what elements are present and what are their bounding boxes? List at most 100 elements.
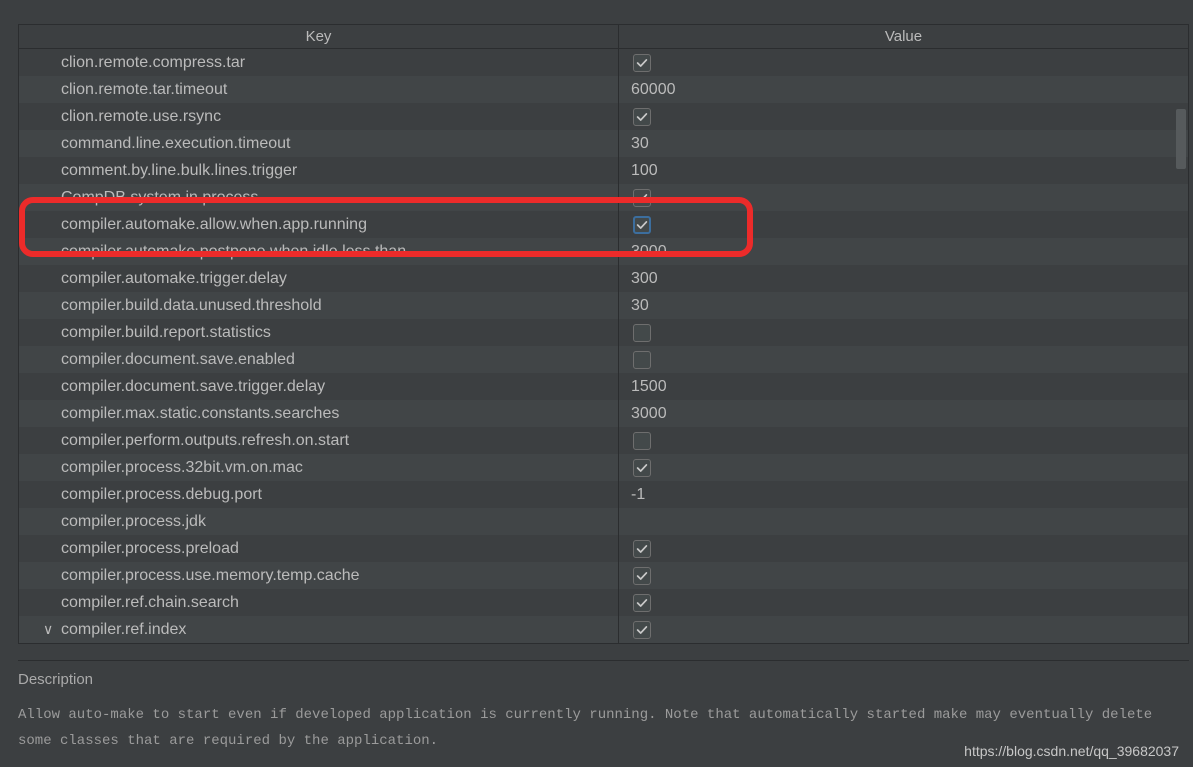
- checkbox[interactable]: [633, 459, 651, 477]
- value-text[interactable]: 1500: [631, 378, 667, 396]
- key-label: compiler.max.static.constants.searches: [61, 405, 339, 423]
- column-header-key[interactable]: Key: [19, 25, 619, 48]
- table-row[interactable]: compiler.automake.trigger.delay 300: [19, 265, 1188, 292]
- table-row[interactable]: compiler.build.report.statistics: [19, 319, 1188, 346]
- value-cell[interactable]: [619, 211, 1188, 238]
- key-label: clion.remote.tar.timeout: [61, 81, 227, 99]
- key-label: compiler.process.32bit.vm.on.mac: [61, 459, 303, 477]
- value-cell[interactable]: [619, 103, 1188, 130]
- key-label: compiler.build.report.statistics: [61, 324, 271, 342]
- key-label: compiler.ref.chain.search: [61, 594, 239, 612]
- checkbox[interactable]: [633, 108, 651, 126]
- key-cell: compiler.automake.allow.when.app.running: [19, 211, 619, 238]
- key-cell: clion.remote.use.rsync: [19, 103, 619, 130]
- key-label: compiler.document.save.trigger.delay: [61, 378, 325, 396]
- checkbox[interactable]: [633, 54, 651, 72]
- table-row[interactable]: command.line.execution.timeout 30: [19, 130, 1188, 157]
- key-label: clion.remote.compress.tar: [61, 54, 245, 72]
- table-row[interactable]: compiler.process.debug.port -1: [19, 481, 1188, 508]
- table-row[interactable]: CompDB.system.in.process: [19, 184, 1188, 211]
- value-text[interactable]: 30: [631, 297, 649, 315]
- value-cell[interactable]: [619, 589, 1188, 616]
- scrollbar-thumb[interactable]: [1176, 109, 1186, 169]
- value-cell[interactable]: 100: [619, 157, 1188, 184]
- key-label: compiler.build.data.unused.threshold: [61, 297, 322, 315]
- table-row[interactable]: compiler.perform.outputs.refresh.on.star…: [19, 427, 1188, 454]
- table-row[interactable]: clion.remote.tar.timeout 60000: [19, 76, 1188, 103]
- value-text[interactable]: 3000: [631, 405, 667, 423]
- table-row[interactable]: compiler.automake.allow.when.app.running: [19, 211, 1188, 238]
- key-cell: compiler.ref.chain.search: [19, 589, 619, 616]
- table-row[interactable]: compiler.ref.chain.search: [19, 589, 1188, 616]
- value-cell[interactable]: 3000: [619, 238, 1188, 265]
- vertical-scrollbar[interactable]: [1176, 49, 1186, 641]
- table-row[interactable]: clion.remote.use.rsync: [19, 103, 1188, 130]
- table-row[interactable]: clion.remote.compress.tar: [19, 49, 1188, 76]
- table-row[interactable]: compiler.process.preload: [19, 535, 1188, 562]
- key-label: CompDB.system.in.process: [61, 189, 258, 207]
- column-header-value[interactable]: Value: [619, 25, 1188, 48]
- key-cell: comment.by.line.bulk.lines.trigger: [19, 157, 619, 184]
- value-cell[interactable]: 30: [619, 130, 1188, 157]
- value-text[interactable]: 60000: [631, 81, 676, 99]
- checkbox[interactable]: [633, 594, 651, 612]
- checkbox[interactable]: [633, 324, 651, 342]
- value-cell[interactable]: [619, 427, 1188, 454]
- checkbox[interactable]: [633, 216, 651, 234]
- checkbox[interactable]: [633, 189, 651, 207]
- checkbox[interactable]: [633, 351, 651, 369]
- value-text[interactable]: 30: [631, 135, 649, 153]
- checkbox[interactable]: [633, 432, 651, 450]
- checkbox[interactable]: [633, 567, 651, 585]
- checkbox[interactable]: [633, 621, 651, 639]
- key-label: clion.remote.use.rsync: [61, 108, 221, 126]
- value-cell[interactable]: [619, 49, 1188, 76]
- key-label: compiler.process.jdk: [61, 513, 206, 531]
- value-cell[interactable]: [619, 184, 1188, 211]
- value-cell[interactable]: 30: [619, 292, 1188, 319]
- table-row[interactable]: compiler.build.data.unused.threshold 30: [19, 292, 1188, 319]
- key-cell: clion.remote.compress.tar: [19, 49, 619, 76]
- key-cell: command.line.execution.timeout: [19, 130, 619, 157]
- table-row[interactable]: compiler.automake.postpone.when.idle.les…: [19, 238, 1188, 265]
- checkbox[interactable]: [633, 540, 651, 558]
- value-cell[interactable]: [619, 508, 1188, 535]
- table-row[interactable]: compiler.process.use.memory.temp.cache: [19, 562, 1188, 589]
- table-row[interactable]: comment.by.line.bulk.lines.trigger 100: [19, 157, 1188, 184]
- key-cell: compiler.process.use.memory.temp.cache: [19, 562, 619, 589]
- value-cell[interactable]: -1: [619, 481, 1188, 508]
- value-cell[interactable]: 3000: [619, 400, 1188, 427]
- table-row[interactable]: ∨compiler.ref.index: [19, 616, 1188, 643]
- value-cell[interactable]: [619, 616, 1188, 643]
- key-cell: compiler.automake.trigger.delay: [19, 265, 619, 292]
- key-cell: compiler.process.preload: [19, 535, 619, 562]
- value-cell[interactable]: 300: [619, 265, 1188, 292]
- key-cell: compiler.process.32bit.vm.on.mac: [19, 454, 619, 481]
- value-text[interactable]: -1: [631, 486, 645, 504]
- value-cell[interactable]: [619, 346, 1188, 373]
- key-cell: compiler.process.debug.port: [19, 481, 619, 508]
- value-cell[interactable]: [619, 454, 1188, 481]
- value-cell[interactable]: 1500: [619, 373, 1188, 400]
- value-cell[interactable]: [619, 562, 1188, 589]
- table-row[interactable]: compiler.process.jdk: [19, 508, 1188, 535]
- value-cell[interactable]: [619, 319, 1188, 346]
- value-text[interactable]: 100: [631, 162, 658, 180]
- description-title: Description: [18, 671, 1189, 688]
- value-cell[interactable]: 60000: [619, 76, 1188, 103]
- value-cell[interactable]: [619, 535, 1188, 562]
- table-row[interactable]: compiler.max.static.constants.searches 30…: [19, 400, 1188, 427]
- registry-table: Key Value clion.remote.compress.tar clion…: [18, 24, 1189, 644]
- key-label: compiler.process.debug.port: [61, 486, 262, 504]
- chevron-down-icon[interactable]: ∨: [43, 621, 53, 638]
- key-label: compiler.perform.outputs.refresh.on.star…: [61, 432, 349, 450]
- value-text[interactable]: 3000: [631, 243, 667, 261]
- value-text[interactable]: 300: [631, 270, 658, 288]
- table-row[interactable]: compiler.document.save.trigger.delay 1500: [19, 373, 1188, 400]
- key-label: compiler.automake.allow.when.app.running: [61, 216, 367, 234]
- key-label: compiler.automake.trigger.delay: [61, 270, 287, 288]
- key-cell: compiler.build.data.unused.threshold: [19, 292, 619, 319]
- key-cell: compiler.document.save.trigger.delay: [19, 373, 619, 400]
- table-row[interactable]: compiler.document.save.enabled: [19, 346, 1188, 373]
- table-row[interactable]: compiler.process.32bit.vm.on.mac: [19, 454, 1188, 481]
